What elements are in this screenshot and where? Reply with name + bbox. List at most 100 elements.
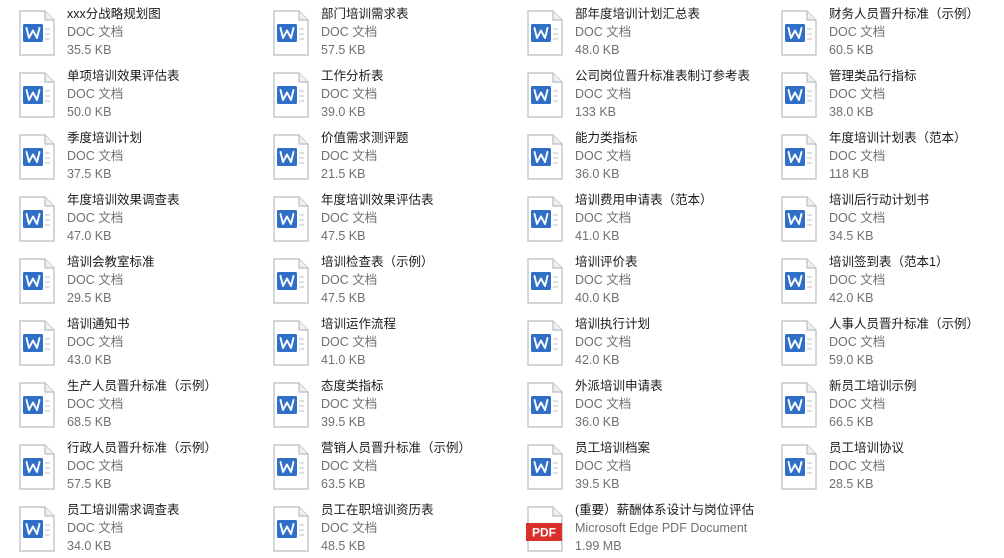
file-item[interactable]: 外派培训申请表 DOC 文档 36.0 KB (508, 378, 748, 434)
file-item[interactable]: 部门培训需求表 DOC 文档 57.5 KB (254, 6, 494, 62)
file-item[interactable]: 公司岗位晋升标准表制订参考表 DOC 文档 133 KB (508, 68, 751, 124)
file-item[interactable]: 培训后行动计划书 DOC 文档 34.5 KB (762, 192, 1002, 248)
word-doc-icon (272, 258, 310, 304)
file-size: 39.0 KB (321, 105, 366, 119)
file-type: DOC 文档 (67, 335, 124, 349)
file-item[interactable]: 培训会教室标准 DOC 文档 29.5 KB (0, 254, 240, 310)
file-item[interactable]: 生产人员晋升标准（示例） DOC 文档 68.5 KB (0, 378, 240, 434)
file-type: DOC 文档 (575, 397, 632, 411)
file-name: 员工培训档案 (575, 441, 651, 455)
word-doc-icon (526, 258, 564, 304)
file-item[interactable]: 营销人员晋升标准（示例） DOC 文档 63.5 KB (254, 440, 494, 496)
file-size: 34.0 KB (67, 539, 112, 553)
file-size: 48.5 KB (321, 539, 366, 553)
file-name: 价值需求测评题 (321, 131, 409, 145)
file-size: 47.0 KB (67, 229, 112, 243)
file-name: 年度培训计划表（范本） (829, 131, 967, 145)
file-name: xxx分战略规划图 (67, 7, 161, 21)
file-item[interactable]: 员工培训档案 DOC 文档 39.5 KB (508, 440, 748, 496)
file-type: DOC 文档 (575, 459, 632, 473)
word-doc-icon (272, 382, 310, 428)
file-item[interactable]: 培训签到表（范本1） DOC 文档 42.0 KB (762, 254, 1002, 310)
pdf-icon: PDF (526, 506, 564, 552)
word-doc-icon (526, 444, 564, 490)
word-doc-icon (18, 320, 56, 366)
file-size: 57.5 KB (321, 43, 366, 57)
file-item[interactable]: 季度培训计划 DOC 文档 37.5 KB (0, 130, 240, 186)
file-name: 培训通知书 (67, 317, 130, 331)
file-item[interactable]: 培训评价表 DOC 文档 40.0 KB (508, 254, 748, 310)
word-doc-icon (780, 10, 818, 56)
file-grid: xxx分战略规划图 DOC 文档 35.5 KB 部门培训需求表 DOC 文档 57.5 … (0, 0, 1004, 555)
file-name: 单项培训效果评估表 (67, 69, 180, 83)
file-item[interactable]: 态度类指标 DOC 文档 39.5 KB (254, 378, 494, 434)
file-size: 21.5 KB (321, 167, 366, 181)
file-size: 133 KB (575, 105, 617, 119)
file-size: 1.99 MB (575, 539, 622, 553)
file-item[interactable]: 新员工培训示例 DOC 文档 66.5 KB (762, 378, 1002, 434)
word-doc-icon (780, 196, 818, 242)
word-doc-icon (272, 444, 310, 490)
word-doc-icon (780, 134, 818, 180)
word-doc-icon (272, 10, 310, 56)
file-type: DOC 文档 (67, 273, 124, 287)
file-type: Microsoft Edge PDF Document (575, 521, 748, 535)
file-item[interactable]: 工作分析表 DOC 文档 39.0 KB (254, 68, 494, 124)
file-item[interactable]: xxx分战略规划图 DOC 文档 35.5 KB (0, 6, 240, 62)
file-item[interactable]: 年度培训效果评估表 DOC 文档 47.5 KB (254, 192, 494, 248)
file-type: DOC 文档 (575, 273, 632, 287)
file-name: 新员工培训示例 (829, 379, 917, 393)
file-type: DOC 文档 (829, 459, 886, 473)
file-name: 公司岗位晋升标准表制订参考表 (575, 69, 751, 83)
file-item[interactable]: 员工培训需求调查表 DOC 文档 34.0 KB (0, 502, 240, 558)
file-item[interactable]: 单项培训效果评估表 DOC 文档 50.0 KB (0, 68, 240, 124)
file-size: 37.5 KB (67, 167, 112, 181)
file-item[interactable]: 培训通知书 DOC 文档 43.0 KB (0, 316, 240, 372)
file-item[interactable]: 培训运作流程 DOC 文档 41.0 KB (254, 316, 494, 372)
file-size: 28.5 KB (829, 477, 874, 491)
file-item[interactable]: 能力类指标 DOC 文档 36.0 KB (508, 130, 748, 186)
word-doc-icon (272, 196, 310, 242)
file-item[interactable]: 培训费用申请表（范本） DOC 文档 41.0 KB (508, 192, 748, 248)
file-name: 部年度培训计划汇总表 (575, 7, 701, 21)
file-item[interactable]: 培训检查表（示例） DOC 文档 47.5 KB (254, 254, 494, 310)
file-item[interactable]: 员工在职培训资历表 DOC 文档 48.5 KB (254, 502, 494, 558)
file-type: DOC 文档 (321, 273, 378, 287)
file-item[interactable]: 行政人员晋升标准（示例） DOC 文档 57.5 KB (0, 440, 240, 496)
file-item[interactable]: 年度培训计划表（范本） DOC 文档 118 KB (762, 130, 1002, 186)
file-item[interactable]: 员工培训协议 DOC 文档 28.5 KB (762, 440, 1002, 496)
file-type: DOC 文档 (321, 459, 378, 473)
file-type: DOC 文档 (67, 25, 124, 39)
word-doc-icon (18, 444, 56, 490)
file-item[interactable]: 财务人员晋升标准（示例） DOC 文档 60.5 KB (762, 6, 1002, 62)
file-type: DOC 文档 (829, 25, 886, 39)
file-type: DOC 文档 (67, 397, 124, 411)
file-size: 63.5 KB (321, 477, 366, 491)
word-doc-icon (18, 134, 56, 180)
file-item[interactable]: 价值需求测评题 DOC 文档 21.5 KB (254, 130, 494, 186)
file-item[interactable]: 部年度培训计划汇总表 DOC 文档 48.0 KB (508, 6, 748, 62)
file-type: DOC 文档 (829, 335, 886, 349)
file-name: 行政人员晋升标准（示例） (67, 441, 218, 455)
file-name: 培训签到表（范本1） (829, 255, 949, 269)
file-name: 工作分析表 (321, 69, 384, 83)
word-doc-icon (18, 506, 56, 552)
file-size: 41.0 KB (575, 229, 620, 243)
word-doc-icon (526, 72, 564, 118)
file-item[interactable]: 人事人员晋升标准（示例） DOC 文档 59.0 KB (762, 316, 1002, 372)
file-name: 外派培训申请表 (575, 379, 663, 393)
file-item[interactable]: 管理类品行指标 DOC 文档 38.0 KB (762, 68, 1002, 124)
file-size: 39.5 KB (321, 415, 366, 429)
file-name: 管理类品行指标 (829, 69, 917, 83)
word-doc-icon (272, 506, 310, 552)
file-type: DOC 文档 (67, 459, 124, 473)
file-name: 年度培训效果调查表 (67, 193, 180, 207)
file-type: DOC 文档 (67, 87, 124, 101)
word-doc-icon (780, 444, 818, 490)
file-type: DOC 文档 (321, 397, 378, 411)
file-item[interactable]: PDF (重要）薪酬体系设计与岗位评估 Microsoft Edge PDF Doc… (508, 502, 754, 558)
file-name: 态度类指标 (321, 379, 384, 393)
file-item[interactable]: 培训执行计划 DOC 文档 42.0 KB (508, 316, 748, 372)
file-item[interactable]: 年度培训效果调查表 DOC 文档 47.0 KB (0, 192, 240, 248)
file-size: 66.5 KB (829, 415, 874, 429)
